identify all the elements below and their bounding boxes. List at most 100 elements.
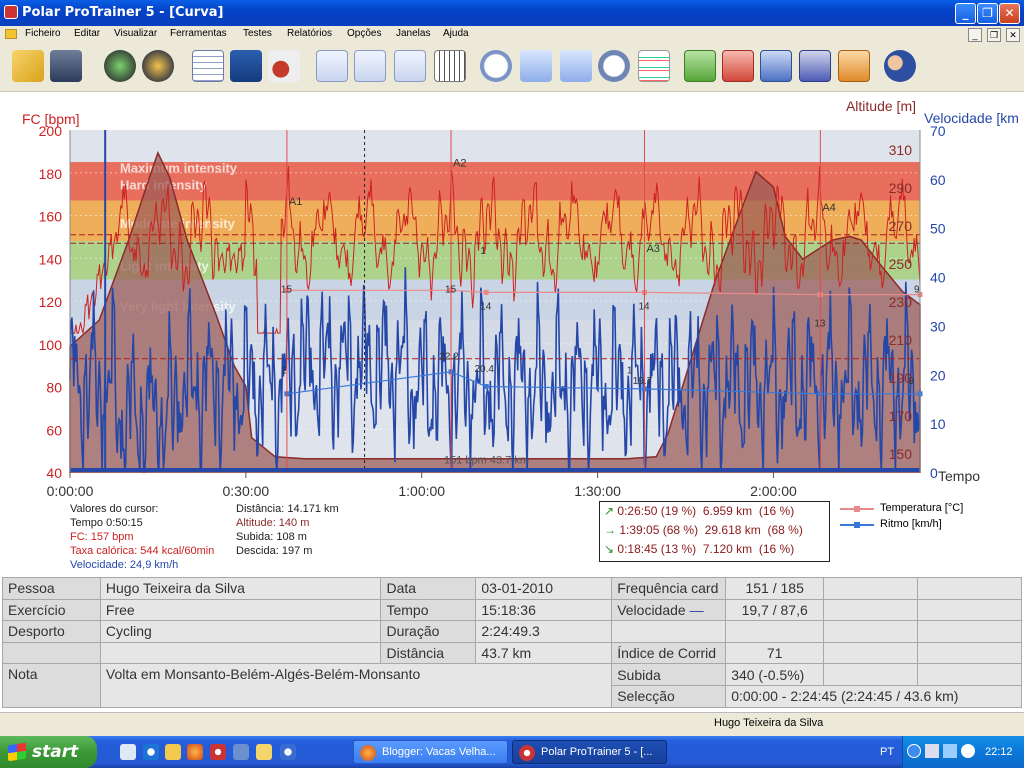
zoom-1-1-icon[interactable] <box>480 50 512 82</box>
menu-opcoes[interactable]: Opções <box>347 28 381 39</box>
task-polar[interactable]: Polar ProTrainer 5 - [... <box>512 740 667 764</box>
network-icon[interactable] <box>925 744 939 758</box>
cursor-subida: Subida: 108 m <box>236 531 307 543</box>
book-icon[interactable] <box>230 50 262 82</box>
users-icon[interactable] <box>884 50 916 82</box>
menu-visualizar[interactable]: Visualizar <box>114 28 157 39</box>
bars-view-icon[interactable] <box>354 50 386 82</box>
maximize-button[interactable]: ❐ <box>977 3 998 24</box>
start-label: start <box>32 742 79 762</box>
menu-editar[interactable]: Editar <box>74 28 100 39</box>
menu-bar: Ficheiro Editar Visualizar Ferramentas T… <box>0 26 1024 44</box>
internet-explorer-icon[interactable] <box>143 744 159 760</box>
hr-tick-label: 160 <box>39 209 63 225</box>
legend-pace-marker <box>854 522 860 528</box>
cursor-distancia: Distância: 14.171 km <box>236 503 339 515</box>
menu-ferramentas[interactable]: Ferramentas <box>170 28 227 39</box>
sport-2-icon[interactable] <box>722 50 754 82</box>
speed-tick-label: 50 <box>930 221 946 237</box>
percent-view-icon[interactable] <box>394 50 426 82</box>
task-label: Polar ProTrainer 5 - [... <box>541 746 653 758</box>
chart-area[interactable]: Maximum intensityHard intensityModerate … <box>0 92 1024 577</box>
calendar-icon[interactable] <box>192 50 224 82</box>
media-player-icon[interactable] <box>280 744 296 760</box>
app-icon[interactable] <box>233 744 249 760</box>
cursor-values-title: Valores do cursor: <box>70 503 159 515</box>
desporto-label: Desporto <box>2 620 101 643</box>
open-folder-icon[interactable] <box>12 50 44 82</box>
marker-info-icon[interactable] <box>520 50 552 82</box>
speed-value-label: 19.7 <box>633 376 653 387</box>
minimize-button[interactable]: _ <box>955 3 976 24</box>
cursor-taxa: Taxa calórica: 544 kcal/60min <box>70 545 215 557</box>
table-row: Distância 43.7 km Índice de Corrid 71 <box>2 641 1022 665</box>
cursor-velocidade: Velocidade: 24,9 km/h <box>70 559 179 571</box>
document-folder-icon <box>5 29 17 39</box>
menu-relatorios[interactable]: Relatórios <box>287 28 332 39</box>
curve-view-icon[interactable] <box>316 50 348 82</box>
empty-cell <box>611 620 727 643</box>
language-indicator[interactable]: PT <box>880 746 894 758</box>
chevron-left-icon[interactable] <box>907 744 921 758</box>
polar-icon[interactable] <box>210 744 226 760</box>
altitude-tick-label: 150 <box>889 446 913 462</box>
mdi-restore-button[interactable]: ❐ <box>987 28 1001 42</box>
time-baseline <box>70 468 920 472</box>
sport-5-icon[interactable] <box>838 50 870 82</box>
speed-tick-label: 10 <box>930 416 946 432</box>
start-button[interactable]: start <box>0 736 97 768</box>
settings-gear-icon[interactable] <box>142 50 174 82</box>
taskbar: start Blogger: Vacas Velha... Polar ProT… <box>0 736 1024 768</box>
altitude-tick-label: 310 <box>889 142 913 158</box>
time-tick-label: 0:00:00 <box>47 483 94 499</box>
title-bar[interactable]: Polar ProTrainer 5 - [Curva] _ ❐ ✕ <box>0 0 1024 26</box>
polar-icon <box>519 745 535 761</box>
temperature-value-label: 14 <box>480 302 492 313</box>
temperature-value-label: 9 <box>914 284 920 295</box>
cursor-tempo: Tempo 0:50:15 <box>70 517 143 529</box>
mail-icon[interactable] <box>165 744 181 760</box>
save-disk-icon[interactable] <box>50 50 82 82</box>
sync-refresh-icon[interactable] <box>104 50 136 82</box>
altitude-tick-label: 250 <box>889 256 913 272</box>
sport-1-icon[interactable] <box>684 50 716 82</box>
tempo-value: 15:18:36 <box>475 598 613 622</box>
altitude-axis-title: Altitude [m] <box>846 98 916 114</box>
table-view-icon[interactable] <box>434 50 466 82</box>
search-icon[interactable] <box>961 744 975 758</box>
empty-cell <box>917 577 1022 600</box>
speed-axis-title: Velocidade [km <box>924 110 1019 126</box>
menu-janelas[interactable]: Janelas <box>396 28 430 39</box>
mdi-close-button[interactable]: ✕ <box>1006 28 1020 42</box>
tempo-label: Tempo <box>380 598 477 622</box>
task-blogger[interactable]: Blogger: Vacas Velha... <box>353 740 508 764</box>
explorer-folder-icon[interactable] <box>256 744 272 760</box>
altitude-tick-label: 170 <box>889 408 913 424</box>
altitude-tick-label: 210 <box>889 332 913 348</box>
menu-ajuda[interactable]: Ajuda <box>443 28 469 39</box>
close-button[interactable]: ✕ <box>999 3 1020 24</box>
sport-3-icon[interactable] <box>760 50 792 82</box>
altitude-tick-label: 270 <box>889 218 913 234</box>
empty-cell <box>917 663 1022 686</box>
legend: Temperatura [°C] Ritmo [km/h] <box>840 502 1020 536</box>
show-desktop-icon[interactable] <box>120 744 136 760</box>
speed-tick-label: 60 <box>930 172 946 188</box>
lap-info-icon[interactable] <box>560 50 592 82</box>
multi-line-icon[interactable] <box>638 50 670 82</box>
person-note-icon[interactable] <box>268 50 300 82</box>
velocidade-value: 19,7 / 87,6 <box>725 598 825 622</box>
temperature-point <box>483 289 489 295</box>
menu-testes[interactable]: Testes <box>243 28 272 39</box>
sport-4-icon[interactable] <box>799 50 831 82</box>
firefox-icon[interactable] <box>187 744 203 760</box>
time-tick-label: 0:30:00 <box>223 483 270 499</box>
mdi-minimize-button[interactable]: _ <box>968 28 982 42</box>
hr-tick-label: 120 <box>39 294 63 310</box>
volume-icon[interactable] <box>943 744 957 758</box>
stopwatch-icon[interactable] <box>598 50 630 82</box>
menu-ficheiro[interactable]: Ficheiro <box>25 28 61 39</box>
zone-label: Maximum intensity <box>120 160 238 175</box>
cursor-descida: Descida: 197 m <box>236 545 313 557</box>
table-row: Pessoa Hugo Teixeira da Silva Data 03-01… <box>2 577 1022 600</box>
